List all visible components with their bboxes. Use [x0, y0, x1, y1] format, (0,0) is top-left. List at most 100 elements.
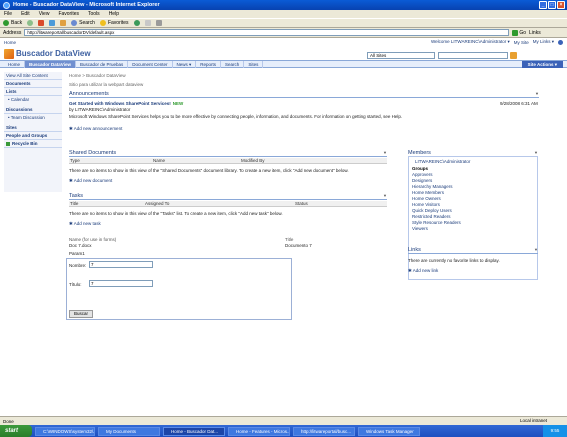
- search-scope-select[interactable]: All Sites: [367, 52, 435, 59]
- webpart-menu-icon[interactable]: ▼: [534, 247, 538, 253]
- add-task-link[interactable]: ✱ Add new task: [69, 221, 101, 227]
- site-actions-button[interactable]: Site Actions ▾: [521, 61, 563, 68]
- menu-file[interactable]: File: [4, 11, 12, 17]
- address-bar: Address http://litwareportal/buscadorDV/…: [0, 28, 567, 38]
- site-title[interactable]: Buscador DataView: [16, 49, 91, 58]
- taskbar-item-home-features[interactable]: Home - Features - Micros...: [228, 426, 290, 436]
- ql-calendar[interactable]: • Calendar: [4, 96, 62, 103]
- webpart-menu-icon[interactable]: ▼: [535, 91, 539, 97]
- mail-icon: [144, 20, 151, 26]
- announcement-title[interactable]: Get Started with Windows SharePoint Serv…: [69, 101, 183, 106]
- breadcrumb[interactable]: Home > Buscador DataView: [69, 73, 126, 78]
- global-links-bar: Home Welcome LITWAREINC\Administrator ▾ …: [0, 38, 567, 46]
- col-title[interactable]: Title: [70, 201, 78, 206]
- back-button[interactable]: Back: [3, 20, 22, 26]
- tab-buscador-pruebas[interactable]: Buscador de Pruebas: [76, 60, 129, 68]
- my-links-menu[interactable]: My Links ▾: [533, 39, 554, 45]
- refresh-button[interactable]: [49, 20, 56, 26]
- group-home-visitors[interactable]: Home Visitors: [412, 202, 440, 207]
- group-designers[interactable]: Designers: [412, 178, 432, 183]
- buscar-button[interactable]: Buscar: [69, 310, 93, 318]
- shared-documents-title[interactable]: Shared Documents: [69, 150, 116, 156]
- tab-buscador-dataview[interactable]: Buscador DataView: [25, 60, 76, 68]
- dataview-value-title: Documento 7: [285, 243, 312, 248]
- group-hierarchy-managers[interactable]: Hierarchy Managers: [412, 184, 453, 189]
- home-button[interactable]: [60, 20, 67, 26]
- member-administrator[interactable]: LITWAREINC\Administrator: [415, 159, 470, 164]
- search-input[interactable]: [438, 52, 508, 59]
- view-all-content-link[interactable]: View All Site Content: [4, 72, 62, 80]
- help-icon[interactable]: [558, 39, 563, 45]
- col-name[interactable]: Name: [153, 158, 165, 163]
- add-document-link[interactable]: ✱ Add new document: [69, 178, 112, 184]
- webpart-menu-icon[interactable]: ▼: [383, 150, 387, 156]
- col-type[interactable]: Type: [70, 158, 80, 163]
- ql-sites[interactable]: Sites: [4, 124, 62, 132]
- welcome-menu[interactable]: Welcome LITWAREINC\Administrator ▾: [431, 39, 510, 45]
- address-input[interactable]: http://litwareportal/buscadorDV/default.…: [24, 29, 510, 36]
- ql-team-discussion[interactable]: • Team Discussion: [4, 114, 62, 121]
- group-style-resource-readers[interactable]: Style Resource Readers: [412, 220, 461, 225]
- ql-documents[interactable]: Documents: [4, 80, 62, 88]
- history-button[interactable]: [133, 20, 140, 26]
- mail-button[interactable]: [144, 20, 151, 26]
- menu-edit[interactable]: Edit: [21, 11, 30, 17]
- links-label[interactable]: Links: [529, 30, 541, 36]
- status-bar: Done Local intranet: [0, 416, 567, 425]
- group-quick-deploy-users[interactable]: Quick Deploy Users: [412, 208, 452, 213]
- search-button[interactable]: Search: [71, 20, 95, 26]
- menu-bar: File Edit View Favorites Tools Help: [0, 10, 567, 18]
- menu-tools[interactable]: Tools: [88, 11, 100, 17]
- top-navigation: Home Buscador DataView Buscador de Prueb…: [0, 60, 567, 68]
- favorites-button[interactable]: Favorites: [99, 20, 129, 26]
- menu-favorites[interactable]: Favorites: [58, 11, 79, 17]
- go-button[interactable]: Go: [512, 29, 526, 36]
- taskbar-item-task-manager[interactable]: Windows Task Manager: [358, 426, 420, 436]
- add-link-link[interactable]: ✱ Add new link: [408, 268, 438, 274]
- tab-document-center[interactable]: Document Center: [128, 60, 173, 68]
- menu-view[interactable]: View: [39, 11, 50, 17]
- shared-documents-columns: Type Name Modified By: [69, 158, 387, 164]
- global-home-link[interactable]: Home: [4, 40, 16, 45]
- tab-news[interactable]: News ▾: [173, 60, 197, 68]
- taskbar-item-litwareportal[interactable]: http://litwareportal/busc...: [293, 426, 355, 436]
- col-assigned-to[interactable]: Assigned To: [145, 201, 169, 206]
- tab-search[interactable]: Search: [221, 60, 245, 68]
- links-title[interactable]: Links: [408, 247, 421, 253]
- start-button[interactable]: start: [0, 425, 32, 437]
- ql-recycle-bin[interactable]: Recycle Bin: [4, 140, 62, 148]
- col-modified-by[interactable]: Modified By: [241, 158, 265, 163]
- forward-button[interactable]: [27, 20, 34, 26]
- group-viewers[interactable]: Viewers: [412, 226, 428, 231]
- close-button[interactable]: ×: [557, 1, 565, 9]
- recycle-bin-icon: [6, 141, 10, 146]
- taskbar-item-my-documents[interactable]: My Documents: [98, 426, 160, 436]
- tab-sites[interactable]: Sites: [244, 60, 264, 68]
- my-site-link[interactable]: My Site: [514, 40, 529, 45]
- group-home-members[interactable]: Home Members: [412, 190, 444, 195]
- menu-help[interactable]: Help: [109, 11, 119, 17]
- ql-discussions[interactable]: Discussions: [4, 106, 62, 114]
- tasks-title[interactable]: Tasks: [69, 193, 83, 199]
- group-restricted-readers[interactable]: Restricted Readers: [412, 214, 451, 219]
- search-go-icon[interactable]: [510, 52, 517, 59]
- ql-lists[interactable]: Lists: [4, 88, 62, 96]
- webpart-menu-icon[interactable]: ▼: [383, 193, 387, 199]
- maximize-button[interactable]: □: [548, 1, 556, 9]
- system-clock: 9:55: [543, 425, 567, 437]
- taskbar-item-home-buscador[interactable]: Home - Buscador Dat...: [163, 426, 225, 436]
- nombre-input[interactable]: 7: [89, 261, 153, 268]
- col-status[interactable]: Status: [295, 201, 308, 206]
- announcements-title[interactable]: Announcements: [69, 91, 109, 97]
- add-announcement-link[interactable]: ✱ Add new announcement: [69, 126, 122, 132]
- group-home-owners[interactable]: Home Owners: [412, 196, 441, 201]
- taskbar-item-cmd[interactable]: C:\WINDOWS\system32\...: [35, 426, 95, 436]
- minimize-button[interactable]: _: [539, 1, 547, 9]
- ql-people-groups[interactable]: People and Groups: [4, 132, 62, 140]
- tab-reports[interactable]: Reports: [196, 60, 222, 68]
- tab-home[interactable]: Home: [4, 60, 26, 68]
- titulo-input[interactable]: 7: [89, 280, 153, 287]
- stop-button[interactable]: [38, 20, 45, 26]
- group-approvers[interactable]: Approvers: [412, 172, 433, 177]
- print-button[interactable]: [155, 20, 162, 26]
